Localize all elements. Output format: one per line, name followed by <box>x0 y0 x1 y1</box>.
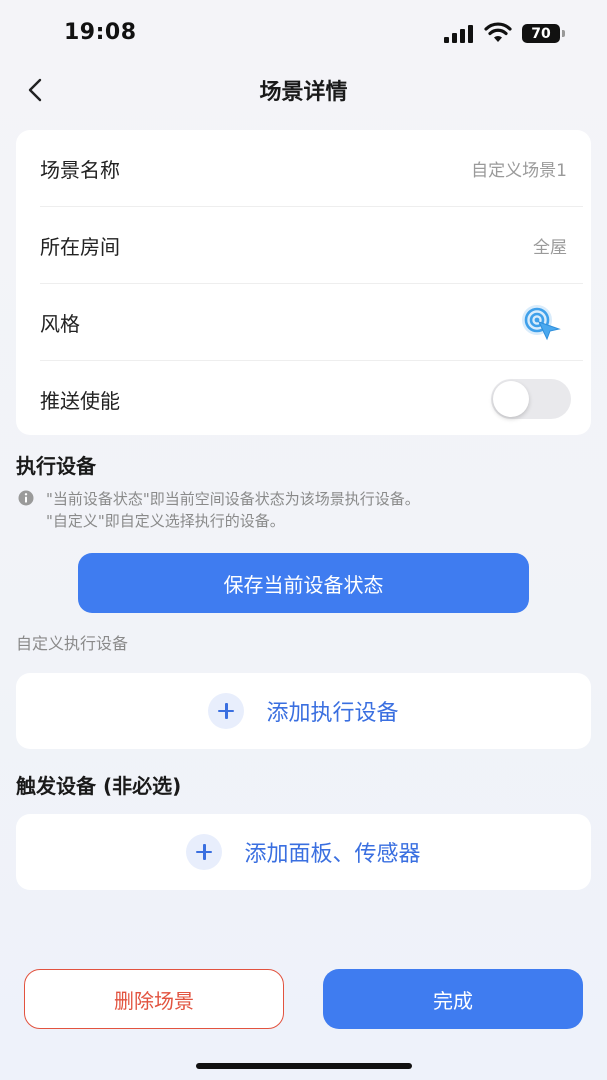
nav-bar: 场景详情 <box>0 66 607 112</box>
scene-name-row[interactable]: 场景名称 自定义场景1 <box>16 130 591 206</box>
battery-icon: 70 <box>522 24 566 43</box>
home-indicator <box>196 1063 412 1069</box>
status-bar: 19:08 70 <box>0 0 607 66</box>
target-pointer-icon <box>522 305 561 341</box>
room-value: 全屋 <box>533 237 567 258</box>
add-trigger-device-label: 添加面板、传感器 <box>244 842 421 867</box>
hint-line-2: "自定义"即自定义选择执行的设备。 <box>46 512 285 530</box>
add-execution-device-label: 添加执行设备 <box>266 701 399 726</box>
delete-scene-button[interactable]: 删除场景 <box>24 969 284 1029</box>
scene-info-card: 场景名称 自定义场景1 所在房间 全屋 风格 推送使能 <box>16 130 591 435</box>
status-time: 19:08 <box>64 20 137 45</box>
signal-icon <box>444 25 473 43</box>
scene-name-label: 场景名称 <box>40 157 120 182</box>
custom-devices-label: 自定义执行设备 <box>16 634 129 653</box>
room-row[interactable]: 所在房间 全屋 <box>16 207 591 283</box>
scene-name-value: 自定义场景1 <box>471 160 567 181</box>
push-toggle[interactable] <box>491 379 571 419</box>
info-icon <box>18 490 34 506</box>
push-label: 推送使能 <box>40 388 120 413</box>
plus-icon <box>208 693 245 729</box>
done-button[interactable]: 完成 <box>323 969 583 1029</box>
save-device-state-button[interactable]: 保存当前设备状态 <box>78 553 529 613</box>
push-row: 推送使能 <box>16 361 591 437</box>
execution-section-title: 执行设备 <box>16 454 96 478</box>
battery-level: 70 <box>522 24 560 43</box>
add-trigger-device-button[interactable]: 添加面板、传感器 <box>16 814 591 890</box>
toggle-knob <box>493 381 529 417</box>
trigger-section-title: 触发设备 (非必选) <box>16 774 182 798</box>
add-execution-device-button[interactable]: 添加执行设备 <box>16 673 591 749</box>
style-row[interactable]: 风格 <box>16 284 591 360</box>
wifi-icon <box>484 22 512 42</box>
plus-icon <box>186 834 223 870</box>
hint-line-1: "当前设备状态"即当前空间设备状态为该场景执行设备。 <box>46 490 420 508</box>
room-label: 所在房间 <box>40 234 120 259</box>
page-title: 场景详情 <box>259 80 348 105</box>
style-label: 风格 <box>40 311 80 336</box>
